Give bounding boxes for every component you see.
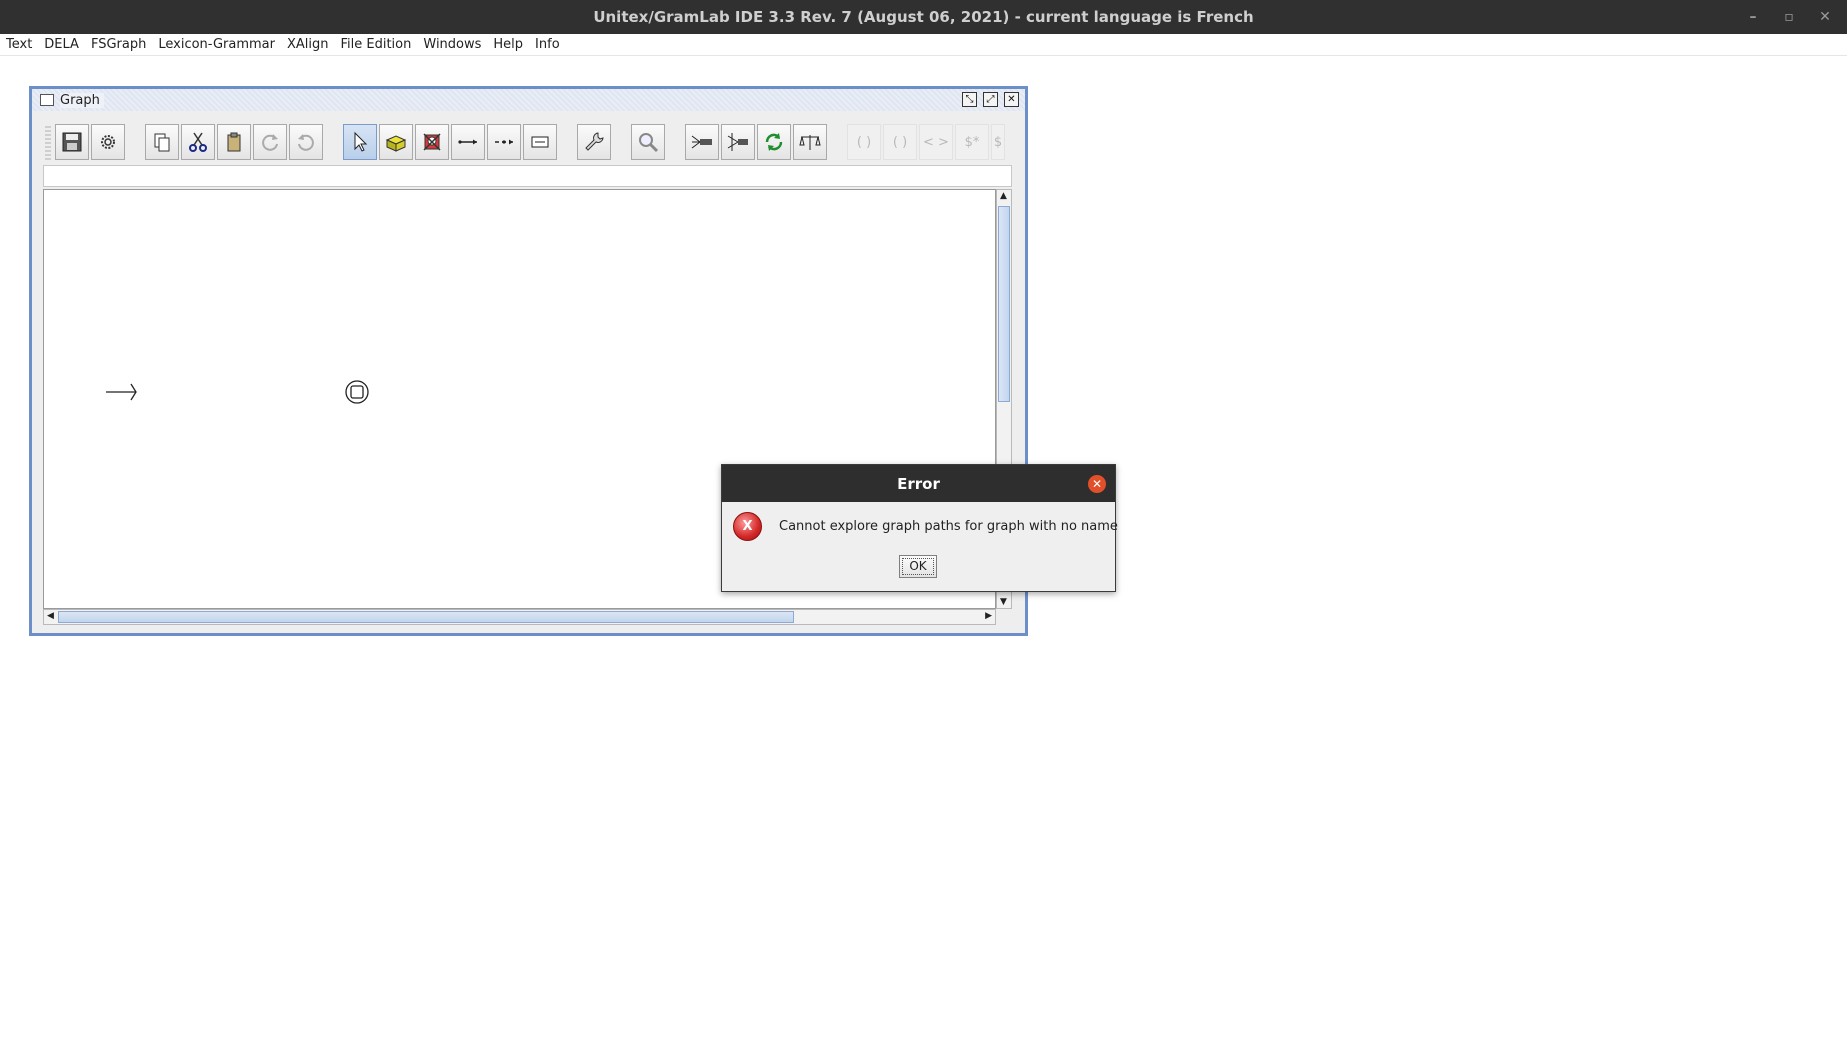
horizontal-scrollbar[interactable]: ◀ ▶ xyxy=(43,609,996,625)
graph-frame-title: Graph xyxy=(60,92,104,108)
error-dialog: Error ✕ X Cannot explore graph paths for… xyxy=(721,464,1118,592)
box-create-icon xyxy=(385,135,407,152)
final-state-node[interactable] xyxy=(345,380,369,404)
error-dialog-title: Error xyxy=(897,474,940,493)
paste-button[interactable] xyxy=(217,124,251,160)
zoom-button[interactable] xyxy=(631,124,665,160)
scroll-up-icon[interactable]: ▲ xyxy=(1000,191,1007,201)
menu-fsgraph[interactable]: FSGraph xyxy=(85,34,152,56)
horizontal-scroll-thumb[interactable] xyxy=(58,611,794,623)
merge-right-icon xyxy=(727,133,748,151)
menu-help[interactable]: Help xyxy=(487,34,529,56)
frame-close-icon[interactable]: ✕ xyxy=(1004,92,1019,107)
error-icon: X xyxy=(733,512,762,541)
insert-dollar-button[interactable]: $ xyxy=(991,124,1005,160)
kill-box-button[interactable] xyxy=(415,124,449,160)
insert-variable-button[interactable]: $* xyxy=(955,124,989,160)
insert-angle-brackets-button[interactable]: < > xyxy=(919,124,953,160)
menu-lexicon-grammar[interactable]: Lexicon-Grammar xyxy=(152,34,281,56)
menu-windows[interactable]: Windows xyxy=(417,34,487,56)
insert-parentheses-alt-button[interactable]: ( ) xyxy=(883,124,917,160)
redo-button[interactable] xyxy=(253,124,287,160)
frame-window-icon xyxy=(40,94,54,106)
refresh-button[interactable] xyxy=(757,124,791,160)
floppy-icon xyxy=(62,132,82,152)
error-dialog-body: X Cannot explore graph paths for graph w… xyxy=(722,502,1118,592)
scissors-icon xyxy=(189,132,207,152)
menu-xalign[interactable]: XAlign xyxy=(281,34,335,56)
create-box-button[interactable] xyxy=(379,124,413,160)
align-button[interactable] xyxy=(793,124,827,160)
vertical-scroll-thumb[interactable] xyxy=(998,206,1010,402)
minimize-icon[interactable]: – xyxy=(1745,9,1761,25)
error-message: Cannot explore graph paths for graph wit… xyxy=(779,519,1118,534)
scroll-down-icon[interactable]: ▼ xyxy=(1000,597,1007,607)
scroll-right-icon[interactable]: ▶ xyxy=(985,611,992,621)
undo-button[interactable] xyxy=(289,124,323,160)
surround-right-button[interactable] xyxy=(721,124,755,160)
box-text-field[interactable] xyxy=(43,165,1012,187)
copy-icon xyxy=(154,133,170,152)
insert-parentheses-button[interactable]: ( ) xyxy=(847,124,881,160)
skull-icon xyxy=(423,133,441,151)
magnifier-icon xyxy=(639,133,659,153)
menu-bar: Text DELA FSGraph Lexicon-Grammar XAlign… xyxy=(0,34,1847,56)
undo-icon xyxy=(298,134,314,151)
menu-dela[interactable]: DELA xyxy=(38,34,85,56)
maximize-icon[interactable]: ⤢ xyxy=(983,92,998,107)
window-controls: – ▫ ✕ xyxy=(1745,0,1833,34)
close-icon[interactable]: ✕ xyxy=(1817,9,1833,25)
app-title: Unitex/GramLab IDE 3.3 Rev. 7 (August 06… xyxy=(593,8,1254,26)
box-edit-icon xyxy=(531,136,549,148)
balance-icon xyxy=(799,135,821,150)
toolbar-grip[interactable] xyxy=(45,124,51,160)
clipboard-icon xyxy=(227,132,241,152)
wrench-icon xyxy=(585,132,604,151)
save-button[interactable] xyxy=(55,124,89,160)
compile-button[interactable] xyxy=(91,124,125,160)
reverse-link-button[interactable] xyxy=(487,124,521,160)
redo-icon xyxy=(262,134,278,151)
open-box-button[interactable] xyxy=(523,124,557,160)
gear-icon xyxy=(101,135,115,149)
restore-icon[interactable]: ▫ xyxy=(1781,9,1797,25)
menu-info[interactable]: Info xyxy=(529,34,566,56)
menu-file-edition[interactable]: File Edition xyxy=(335,34,418,56)
merge-left-icon xyxy=(691,135,712,149)
pointer-icon xyxy=(354,131,368,152)
frame-controls: ⤡ ⤢ ✕ xyxy=(962,92,1019,107)
error-dialog-title-bar[interactable]: Error ✕ xyxy=(722,465,1115,502)
graph-frame-title-bar[interactable]: Graph ⤡ ⤢ ✕ xyxy=(32,89,1025,111)
dialog-close-icon[interactable]: ✕ xyxy=(1088,475,1106,493)
refresh-icon xyxy=(765,133,783,151)
desktop: Unitex/GramLab IDE 3.3 Rev. 7 (August 06… xyxy=(0,0,1847,1049)
cut-button[interactable] xyxy=(181,124,215,160)
iconify-icon[interactable]: ⤡ xyxy=(962,92,977,107)
app-title-bar: Unitex/GramLab IDE 3.3 Rev. 7 (August 06… xyxy=(0,0,1847,34)
surround-left-button[interactable] xyxy=(685,124,719,160)
menu-text[interactable]: Text xyxy=(0,34,38,56)
initial-state-arrow[interactable] xyxy=(106,383,137,401)
select-tool-button[interactable] xyxy=(343,124,377,160)
copy-button[interactable] xyxy=(145,124,179,160)
ok-button[interactable]: OK xyxy=(899,555,937,578)
link-arrow-icon xyxy=(458,139,477,145)
scroll-left-icon[interactable]: ◀ xyxy=(47,611,54,621)
link-boxes-button[interactable] xyxy=(451,124,485,160)
configure-button[interactable] xyxy=(577,124,611,160)
reverse-link-icon xyxy=(495,139,513,145)
graph-toolbar: ( ) ( ) < > $* $ xyxy=(45,122,1014,162)
